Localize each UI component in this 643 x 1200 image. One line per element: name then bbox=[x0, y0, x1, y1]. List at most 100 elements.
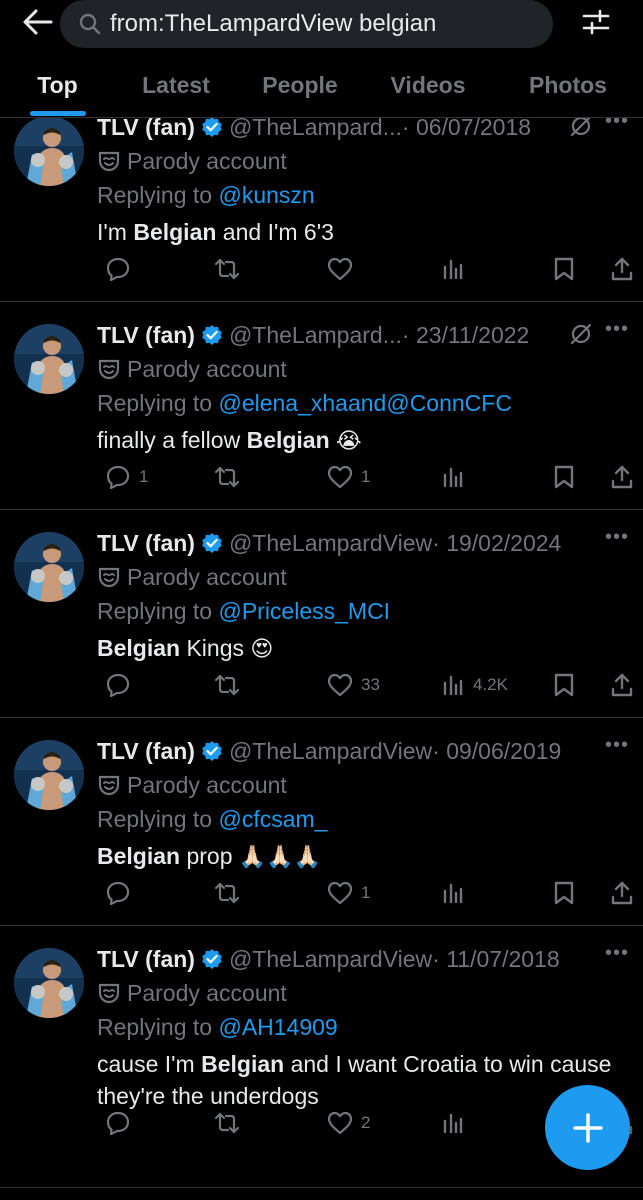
tweet-date[interactable]: · 23/11/2022 bbox=[402, 322, 529, 349]
reply-button[interactable]: 1 bbox=[97, 464, 148, 490]
author-handle[interactable]: @TheLampardView bbox=[229, 738, 432, 765]
like-button[interactable]: 2 bbox=[319, 1111, 370, 1135]
tab-photos[interactable]: Photos bbox=[493, 60, 643, 116]
reply-mention-link[interactable]: @kunszn bbox=[218, 182, 314, 209]
retweet-button[interactable] bbox=[205, 672, 241, 698]
bookmark-button[interactable] bbox=[545, 464, 575, 490]
like-icon bbox=[327, 881, 353, 905]
more-icon[interactable]: ••• bbox=[605, 318, 629, 341]
grok-icon[interactable] bbox=[569, 114, 593, 143]
search-icon bbox=[78, 11, 104, 37]
tweet-body: TLV (fan) @TheLampardView · 19/02/2024 ••• P… bbox=[97, 526, 629, 666]
tweet-text: I'm Belgian and I'm 6'3 bbox=[97, 216, 629, 248]
retweet-icon bbox=[213, 1110, 241, 1136]
share-button[interactable] bbox=[602, 464, 634, 490]
more-icon[interactable]: ••• bbox=[605, 734, 629, 757]
filter-sliders-icon[interactable] bbox=[574, 2, 618, 42]
verified-badge-icon bbox=[201, 948, 223, 970]
tweet[interactable]: TLV (fan) @TheLampardView · 09/06/2019 ••• P… bbox=[0, 718, 643, 926]
retweet-button[interactable] bbox=[205, 880, 241, 906]
replying-to: Replying to @Priceless_MCI bbox=[97, 594, 629, 628]
tab-latest[interactable]: Latest bbox=[115, 60, 237, 116]
bookmark-icon bbox=[553, 672, 575, 698]
avatar[interactable] bbox=[14, 740, 84, 810]
reply-mention-link[interactable]: @elena_xha bbox=[218, 390, 348, 417]
reply-mention-link[interactable]: @cfcsam_ bbox=[218, 806, 327, 833]
back-arrow-icon[interactable] bbox=[18, 2, 58, 42]
retweet-button[interactable] bbox=[205, 1110, 241, 1136]
reply-mention-link-2[interactable]: @ConnCFC bbox=[386, 390, 512, 417]
tweet-date[interactable]: · 09/06/2019 bbox=[432, 738, 561, 765]
tweet-header: TLV (fan) @TheLampardView · 19/02/2024 bbox=[97, 528, 629, 558]
views-icon bbox=[441, 465, 465, 489]
parody-mask-icon bbox=[97, 149, 121, 173]
tweet[interactable]: TLV (fan) @TheLampard... · 23/11/2022 ••• Pa… bbox=[0, 302, 643, 510]
author-name[interactable]: TLV (fan) bbox=[97, 946, 195, 973]
tweet-text: Belgian Kings 😍 bbox=[97, 632, 629, 666]
parody-text: Parody account bbox=[127, 355, 287, 382]
author-name[interactable]: TLV (fan) bbox=[97, 322, 195, 349]
views-button[interactable] bbox=[433, 881, 473, 905]
avatar[interactable] bbox=[14, 948, 84, 1018]
reply-button[interactable] bbox=[97, 256, 139, 282]
bookmark-button[interactable] bbox=[545, 880, 575, 906]
views-button[interactable] bbox=[433, 465, 473, 489]
tweet-body: TLV (fan) @TheLampardView · 11/07/2018 ••• P… bbox=[97, 942, 629, 1112]
tweet-text: Belgian prop 🙏🏻🙏🏻🙏🏻 bbox=[97, 840, 629, 874]
bookmark-button[interactable] bbox=[545, 256, 575, 282]
parody-label: Parody account bbox=[97, 768, 629, 802]
reply-mention-link[interactable]: @AH14909 bbox=[218, 1014, 337, 1041]
reply-mention-link[interactable]: @Priceless_MCI bbox=[218, 598, 390, 625]
like-button[interactable] bbox=[319, 257, 361, 281]
author-handle[interactable]: @TheLampard... bbox=[229, 322, 402, 349]
tab-videos[interactable]: Videos bbox=[363, 60, 493, 116]
like-button[interactable]: 1 bbox=[319, 465, 370, 489]
like-button[interactable]: 33 bbox=[319, 673, 380, 697]
avatar[interactable] bbox=[14, 116, 84, 186]
tab-top[interactable]: Top bbox=[0, 60, 115, 116]
avatar[interactable] bbox=[14, 532, 84, 602]
views-button[interactable] bbox=[433, 257, 473, 281]
like-button[interactable]: 1 bbox=[319, 881, 370, 905]
author-handle[interactable]: @TheLampardView bbox=[229, 530, 432, 557]
views-button[interactable] bbox=[433, 1111, 473, 1135]
share-button[interactable] bbox=[602, 880, 634, 906]
replying-to: Replying to @kunszn bbox=[97, 178, 629, 212]
tweet-emoji: 🙏🏻🙏🏻🙏🏻 bbox=[238, 845, 322, 870]
reply-button[interactable] bbox=[97, 880, 139, 906]
tab-people[interactable]: People bbox=[237, 60, 363, 116]
tweet-text: cause I'm Belgian and I want Croatia to … bbox=[97, 1048, 629, 1112]
tweet[interactable]: TLV (fan) @TheLampardView · 11/07/2018 ••• P… bbox=[0, 926, 643, 1188]
retweet-icon bbox=[213, 672, 241, 698]
verified-badge-icon bbox=[201, 740, 223, 762]
search-input[interactable]: from:TheLampardView belgian bbox=[60, 0, 553, 48]
avatar[interactable] bbox=[14, 324, 84, 394]
parody-mask-icon bbox=[97, 357, 121, 381]
retweet-button[interactable] bbox=[205, 464, 241, 490]
more-icon[interactable]: ••• bbox=[605, 526, 629, 549]
author-name[interactable]: TLV (fan) bbox=[97, 738, 195, 765]
replying-prefix: Replying to bbox=[97, 1013, 213, 1040]
bookmark-button[interactable] bbox=[545, 672, 575, 698]
parody-mask-icon bbox=[97, 565, 121, 589]
share-button[interactable] bbox=[602, 672, 634, 698]
retweet-button[interactable] bbox=[205, 256, 241, 282]
reply-button[interactable] bbox=[97, 1110, 139, 1136]
share-button[interactable] bbox=[602, 256, 634, 282]
author-name[interactable]: TLV (fan) bbox=[97, 530, 195, 557]
author-handle[interactable]: @TheLampardView bbox=[229, 946, 432, 973]
tweet[interactable]: TLV (fan) @TheLampardView · 19/02/2024 ••• P… bbox=[0, 510, 643, 718]
views-button[interactable]: 4.2K bbox=[433, 673, 508, 697]
verified-badge-icon bbox=[201, 532, 223, 554]
more-icon[interactable]: ••• bbox=[605, 942, 629, 965]
reply-button[interactable] bbox=[97, 672, 139, 698]
grok-icon[interactable] bbox=[569, 322, 593, 351]
tweet-date[interactable]: · 19/02/2024 bbox=[432, 530, 561, 557]
tweet-text-before: finally a fellow bbox=[97, 427, 247, 453]
tweet-header: TLV (fan) @TheLampardView · 11/07/2018 bbox=[97, 944, 629, 974]
tweet-date[interactable]: · 11/07/2018 bbox=[432, 946, 559, 973]
tweet-header: TLV (fan) @TheLampard... · 23/11/2022 bbox=[97, 320, 629, 350]
tweet[interactable]: TLV (fan) @TheLampard... · 06/07/2018 ••• Pa… bbox=[0, 94, 643, 302]
compose-button[interactable] bbox=[545, 1085, 630, 1170]
search-query: from:TheLampardView belgian bbox=[110, 10, 437, 37]
